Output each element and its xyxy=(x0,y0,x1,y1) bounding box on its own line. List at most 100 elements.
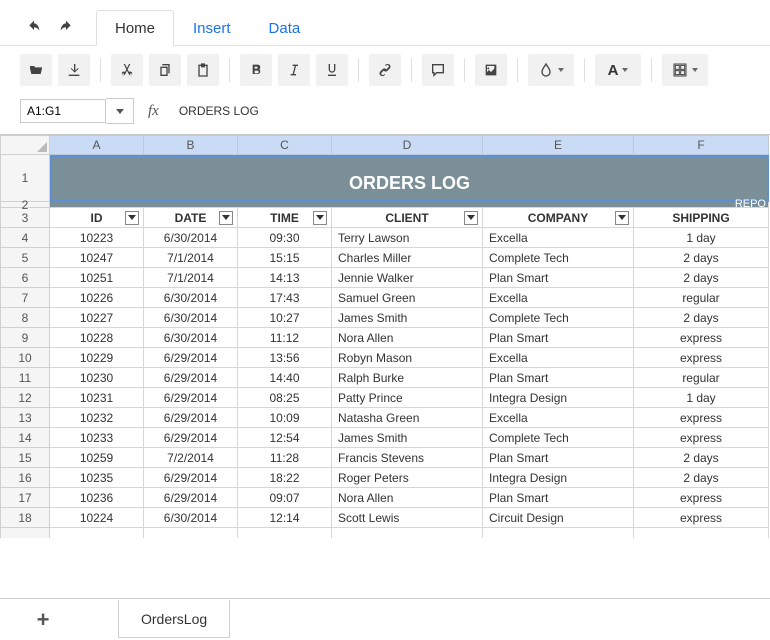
cell-time[interactable]: 09:07 xyxy=(238,488,332,508)
filter-client[interactable] xyxy=(464,211,478,225)
cell-id[interactable]: 10227 xyxy=(50,308,144,328)
cell-client[interactable]: Terry Lawson xyxy=(332,228,483,248)
cell-company[interactable]: Excella xyxy=(483,228,634,248)
header-id[interactable]: ID xyxy=(50,208,144,228)
italic-button[interactable] xyxy=(278,54,310,86)
row-header-14[interactable]: 14 xyxy=(0,428,50,448)
cell-shipping[interactable]: 1 day xyxy=(634,388,769,408)
cell-shipping[interactable]: express xyxy=(634,408,769,428)
filter-id[interactable] xyxy=(125,211,139,225)
cell-shipping[interactable]: express xyxy=(634,428,769,448)
cell-time[interactable]: 14:40 xyxy=(238,368,332,388)
filter-date[interactable] xyxy=(219,211,233,225)
cell-company[interactable]: Complete Tech xyxy=(483,248,634,268)
row-header-8[interactable]: 8 xyxy=(0,308,50,328)
cell-shipping[interactable]: express xyxy=(634,348,769,368)
row-header-19[interactable] xyxy=(0,528,50,538)
cell-id[interactable]: 10229 xyxy=(50,348,144,368)
row-header-9[interactable]: 9 xyxy=(0,328,50,348)
column-header-B[interactable]: B xyxy=(144,135,238,155)
header-client[interactable]: CLIENT xyxy=(332,208,483,228)
cell-id[interactable]: 10251 xyxy=(50,268,144,288)
column-header-F[interactable]: F xyxy=(634,135,769,155)
column-header-A[interactable]: A xyxy=(50,135,144,155)
cell-time[interactable]: 18:22 xyxy=(238,468,332,488)
cell-client[interactable]: Natasha Green xyxy=(332,408,483,428)
cell-company[interactable]: Plan Smart xyxy=(483,368,634,388)
row-header-4[interactable]: 4 xyxy=(0,228,50,248)
cell-client[interactable]: Charles Miller xyxy=(332,248,483,268)
cell-company[interactable]: Plan Smart xyxy=(483,488,634,508)
header-shipping[interactable]: SHIPPING xyxy=(634,208,769,228)
cell-time[interactable]: 15:15 xyxy=(238,248,332,268)
cell-time[interactable]: 17:43 xyxy=(238,288,332,308)
cell-date[interactable]: 7/1/2014 xyxy=(144,268,238,288)
tab-data[interactable]: Data xyxy=(250,10,320,46)
cell-time[interactable]: 10:27 xyxy=(238,308,332,328)
name-box-dropdown[interactable] xyxy=(106,98,134,124)
cut-button[interactable] xyxy=(111,54,143,86)
cell-shipping[interactable]: express xyxy=(634,508,769,528)
cell-company[interactable]: Plan Smart xyxy=(483,448,634,468)
row-header-10[interactable]: 10 xyxy=(0,348,50,368)
column-header-C[interactable]: C xyxy=(238,135,332,155)
cell-date[interactable]: 6/29/2014 xyxy=(144,488,238,508)
name-box[interactable] xyxy=(20,99,106,123)
cell-time[interactable]: 09:30 xyxy=(238,228,332,248)
row-header-16[interactable]: 16 xyxy=(0,468,50,488)
row-header-2[interactable]: 2 xyxy=(0,202,50,208)
bold-button[interactable] xyxy=(240,54,272,86)
cell-client[interactable]: Scott Lewis xyxy=(332,508,483,528)
header-company[interactable]: COMPANY xyxy=(483,208,634,228)
column-header-D[interactable]: D xyxy=(332,135,483,155)
cell-id[interactable]: 10259 xyxy=(50,448,144,468)
cell-date[interactable]: 6/29/2014 xyxy=(144,468,238,488)
formula-value[interactable]: ORDERS LOG xyxy=(173,100,265,122)
row-header-18[interactable]: 18 xyxy=(0,508,50,528)
borders-button[interactable] xyxy=(662,54,708,86)
cell-date[interactable]: 6/29/2014 xyxy=(144,348,238,368)
cell-client[interactable]: Samuel Green xyxy=(332,288,483,308)
cell-date[interactable]: 6/29/2014 xyxy=(144,408,238,428)
font-color-button[interactable]: A xyxy=(595,54,641,86)
cell-shipping[interactable]: 2 days xyxy=(634,308,769,328)
cell-client[interactable]: Ralph Burke xyxy=(332,368,483,388)
select-all-corner[interactable] xyxy=(0,135,50,155)
undo-button[interactable] xyxy=(20,14,48,42)
row-header-6[interactable]: 6 xyxy=(0,268,50,288)
cell-date[interactable]: 7/1/2014 xyxy=(144,248,238,268)
download-button[interactable] xyxy=(58,54,90,86)
cell-time[interactable]: 08:25 xyxy=(238,388,332,408)
link-button[interactable] xyxy=(369,54,401,86)
cell-id[interactable]: 10228 xyxy=(50,328,144,348)
cell-client[interactable]: Jennie Walker xyxy=(332,268,483,288)
cell-time[interactable]: 13:56 xyxy=(238,348,332,368)
cell-company[interactable]: Excella xyxy=(483,348,634,368)
filter-company[interactable] xyxy=(615,211,629,225)
header-date[interactable]: DATE xyxy=(144,208,238,228)
cell-id[interactable]: 10232 xyxy=(50,408,144,428)
row-header-12[interactable]: 12 xyxy=(0,388,50,408)
cell-time[interactable]: 14:13 xyxy=(238,268,332,288)
cell-client[interactable]: Patty Prince xyxy=(332,388,483,408)
cell-time[interactable]: 11:12 xyxy=(238,328,332,348)
cell-shipping[interactable]: regular xyxy=(634,288,769,308)
cell-id[interactable]: 10224 xyxy=(50,508,144,528)
cell-company[interactable]: Circuit Design xyxy=(483,508,634,528)
row-header-7[interactable]: 7 xyxy=(0,288,50,308)
cell-client[interactable]: Robyn Mason xyxy=(332,348,483,368)
cell-date[interactable]: 6/29/2014 xyxy=(144,388,238,408)
cell-shipping[interactable]: 2 days xyxy=(634,468,769,488)
underline-button[interactable] xyxy=(316,54,348,86)
cell-company[interactable]: Integra Design xyxy=(483,388,634,408)
paste-button[interactable] xyxy=(187,54,219,86)
row-header-11[interactable]: 11 xyxy=(0,368,50,388)
filter-time[interactable] xyxy=(313,211,327,225)
cell-shipping[interactable]: express xyxy=(634,488,769,508)
cell-time[interactable]: 11:28 xyxy=(238,448,332,468)
cell-company[interactable]: Complete Tech xyxy=(483,308,634,328)
row-header-13[interactable]: 13 xyxy=(0,408,50,428)
cell-client[interactable]: Roger Peters xyxy=(332,468,483,488)
cell-id[interactable]: 10236 xyxy=(50,488,144,508)
cell-shipping[interactable]: 2 days xyxy=(634,268,769,288)
